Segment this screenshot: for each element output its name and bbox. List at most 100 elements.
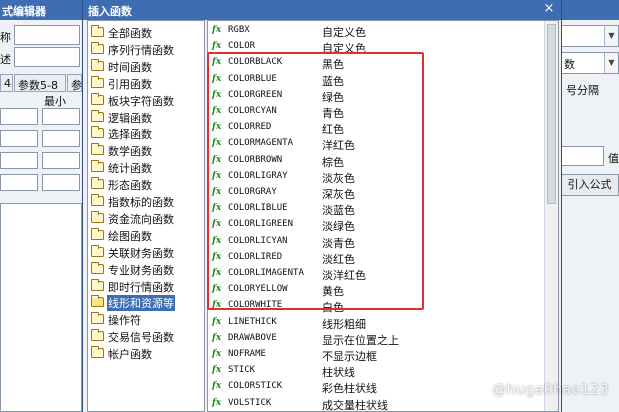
- category-item[interactable]: 绘图函数: [91, 227, 203, 243]
- tab-params-5-8[interactable]: 参数5-8: [14, 74, 66, 92]
- function-row[interactable]: fx LINETHICK 线形粗细: [212, 315, 542, 331]
- function-name: LINETHICK: [228, 316, 277, 327]
- category-item[interactable]: 逻辑函数: [91, 109, 203, 125]
- folder-icon: [91, 261, 104, 274]
- tab-params-1-4[interactable]: 4: [0, 74, 13, 92]
- right-combo-2[interactable]: 数 ▼: [560, 52, 619, 74]
- category-list[interactable]: 全部函数序列行情函数 时间函数 引用函数 板块字符函数 逻辑函数选择函数数学函数统计函数…: [87, 20, 205, 412]
- function-icon: fx: [212, 316, 222, 327]
- function-name: STICK: [228, 365, 256, 376]
- category-item[interactable]: 即时行情函数: [91, 278, 203, 294]
- right-combo-1[interactable]: ▼: [560, 25, 619, 47]
- category-label: 统计函数: [108, 162, 152, 176]
- category-item[interactable]: 时间函数: [91, 58, 203, 74]
- folder-icon: [91, 346, 104, 359]
- folder-icon: [91, 278, 104, 291]
- function-name: NOFRAME: [228, 349, 266, 359]
- desc-label: 述: [0, 53, 11, 66]
- function-icon: fx: [212, 349, 222, 359]
- name-label: 称: [0, 31, 11, 44]
- folder-icon: [91, 329, 104, 342]
- category-item[interactable]: 全部函数: [91, 24, 203, 40]
- category-item[interactable]: 数学函数: [91, 142, 203, 158]
- dialog-title: 插入函数: [88, 5, 132, 18]
- function-description: 自定义色: [322, 26, 366, 39]
- editor-title: 式编辑器: [2, 5, 46, 18]
- category-label: 形态函数: [108, 179, 152, 193]
- chevron-down-icon[interactable]: ▼: [604, 26, 618, 46]
- param-3-default[interactable]: [0, 152, 38, 169]
- folder-icon: [91, 177, 104, 190]
- separator-hint: 号分隔: [566, 84, 599, 97]
- category-item[interactable]: 选择函数: [91, 125, 203, 141]
- category-label: 选择函数: [108, 128, 152, 142]
- function-icon: fx: [212, 381, 222, 392]
- folder-icon: [91, 194, 104, 206]
- folder-icon: [91, 160, 104, 173]
- folder-icon: [91, 41, 104, 54]
- function-icon: fx: [212, 25, 222, 35]
- function-name: COLORSTICK: [228, 381, 283, 392]
- function-description: 柱状线: [322, 366, 355, 380]
- category-label: 序列行情函数: [108, 43, 174, 57]
- category-item[interactable]: 帐户函数: [91, 345, 203, 361]
- scrollbar-thumb[interactable]: [547, 24, 556, 204]
- category-item[interactable]: 资金流向函数: [91, 210, 203, 226]
- category-item[interactable]: 板块字符函数: [91, 92, 203, 108]
- category-label: 数学函数: [108, 145, 152, 159]
- param-1-min[interactable]: [42, 108, 80, 125]
- category-item[interactable]: 指数标的函数: [91, 193, 203, 209]
- folder-open-icon: [91, 295, 104, 308]
- category-label: 操作符: [108, 314, 141, 328]
- function-row[interactable]: fx DRAWABOVE 显示在位置之上: [212, 331, 542, 347]
- function-name: VOLSTICK: [228, 397, 272, 408]
- category-item[interactable]: 统计函数: [91, 159, 203, 175]
- param-2-default[interactable]: [0, 130, 38, 147]
- param-4-default[interactable]: [0, 174, 38, 191]
- category-label: 交易信号函数: [108, 331, 174, 345]
- folder-icon: [91, 227, 104, 240]
- name-input[interactable]: [14, 25, 80, 45]
- function-description: 成交量柱状线: [322, 398, 388, 412]
- category-label: 全部函数: [108, 27, 152, 40]
- folder-icon: [91, 58, 104, 71]
- category-label: 指数标的函数: [108, 196, 174, 209]
- folder-icon: [91, 312, 104, 325]
- import-formula-button[interactable]: 引入公式: [560, 174, 619, 196]
- param-1-default[interactable]: [0, 108, 38, 125]
- function-description: 线形粗细: [322, 317, 366, 331]
- category-item[interactable]: 形态函数: [91, 176, 203, 192]
- category-item[interactable]: 交易信号函数: [91, 328, 203, 344]
- function-row[interactable]: fx STICK 柱状线: [212, 363, 542, 379]
- category-item[interactable]: 专业财务函数: [91, 261, 203, 277]
- tab-params-more[interactable]: 参: [67, 74, 82, 92]
- value-input[interactable]: [560, 146, 604, 166]
- category-item[interactable]: 序列行情函数: [91, 41, 203, 57]
- param-2-min[interactable]: [42, 130, 80, 147]
- desc-input[interactable]: [14, 47, 80, 67]
- function-name: COLOR: [228, 41, 256, 52]
- category-item[interactable]: 操作符: [91, 311, 203, 327]
- close-icon[interactable]: ×: [541, 1, 557, 17]
- function-row[interactable]: fx RGBX 自定义色: [212, 23, 542, 39]
- function-icon: fx: [212, 332, 222, 343]
- category-item[interactable]: 关联财务函数: [91, 244, 203, 260]
- value-label: 值: [608, 152, 619, 165]
- param-4-min[interactable]: [42, 174, 80, 191]
- function-list-scrollbar[interactable]: [544, 21, 558, 411]
- function-icon: fx: [212, 365, 222, 376]
- chevron-down-icon[interactable]: ▼: [604, 53, 618, 73]
- folder-icon: [91, 210, 104, 223]
- watermark: @huga0hao123: [492, 382, 609, 398]
- folder-icon: [91, 75, 104, 88]
- function-row[interactable]: fx NOFRAME 不显示边框: [212, 347, 542, 363]
- formula-editor-area[interactable]: [0, 203, 82, 412]
- category-item[interactable]: 引用函数: [91, 75, 203, 91]
- category-label: 帐户函数: [108, 348, 152, 362]
- category-item[interactable]: 线形和资源等: [91, 294, 203, 312]
- function-name: DRAWABOVE: [228, 332, 277, 343]
- category-label: 即时行情函数: [108, 280, 174, 294]
- folder-icon: [91, 126, 104, 139]
- param-3-min[interactable]: [42, 152, 80, 169]
- category-label: 线形和资源等: [107, 295, 175, 312]
